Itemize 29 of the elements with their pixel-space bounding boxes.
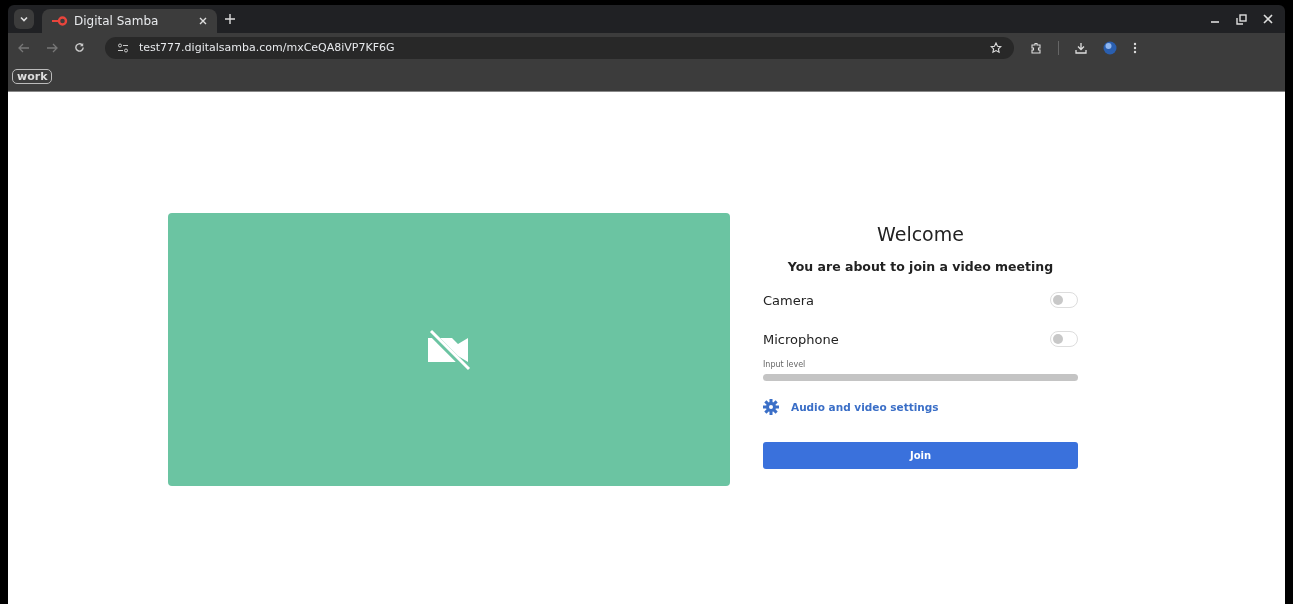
address-bar[interactable]: test777.digitalsamba.com/mxCeQA8iVP7KF6G: [105, 36, 1014, 59]
avatar-icon[interactable]: [1103, 40, 1117, 55]
subtitle: You are about to join a video meeting: [786, 259, 1055, 274]
toggle-label: Microphone: [763, 331, 839, 347]
toggle-label: Camera: [763, 292, 815, 308]
settings-icon[interactable]: [763, 399, 779, 415]
settings-link[interactable]: Audio and video settings: [791, 401, 939, 413]
meter-label: Input level: [763, 360, 807, 369]
back-icon[interactable]: [18, 42, 30, 53]
close-icon[interactable]: [199, 17, 207, 25]
download-icon[interactable]: [1075, 41, 1087, 54]
toggle-switch[interactable]: [1050, 331, 1078, 347]
more-icon[interactable]: [1133, 41, 1137, 54]
site-settings-icon[interactable]: [117, 42, 129, 53]
logo-icon: [52, 16, 68, 26]
tab-search-button[interactable]: [14, 9, 34, 29]
close-icon[interactable]: [1263, 14, 1273, 24]
bookmark-chip[interactable]: work: [12, 69, 53, 84]
new-tab-icon[interactable]: [225, 14, 235, 24]
restore-icon[interactable]: [1236, 13, 1247, 25]
toggle-switch[interactable]: [1050, 292, 1078, 308]
forward-icon[interactable]: [46, 42, 58, 53]
welcome-title: Welcome: [876, 223, 965, 245]
chevron-down-icon[interactable]: [19, 14, 29, 24]
browser-tab[interactable]: Digital Samba: [42, 9, 217, 33]
tab-title: Digital Samba: [74, 14, 160, 28]
join-button[interactable]: Join: [763, 442, 1078, 469]
reload-icon[interactable]: [74, 42, 85, 53]
bookmark-star-icon[interactable]: [990, 41, 1002, 54]
